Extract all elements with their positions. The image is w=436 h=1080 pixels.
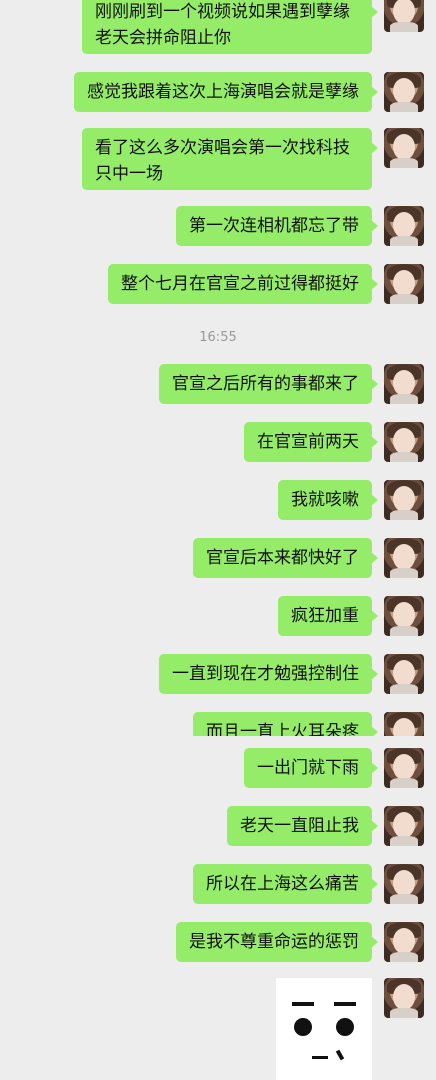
avatar-shirt <box>390 452 418 462</box>
avatar-shirt <box>390 294 418 304</box>
message-bubble[interactable]: 整个七月在官宣之前过得都挺好 <box>108 264 378 304</box>
avatar-shirt <box>390 394 418 404</box>
avatar-shirt <box>390 510 418 520</box>
avatar[interactable] <box>384 0 424 32</box>
avatar[interactable] <box>384 480 424 520</box>
avatar-face <box>393 928 415 954</box>
avatar-face <box>393 428 415 454</box>
avatar[interactable] <box>384 596 424 636</box>
face-sticker[interactable] <box>276 978 372 1080</box>
message-bubble[interactable]: 感觉我跟着这次上海演唱会就是孽缘 <box>74 72 378 112</box>
message-bubble[interactable]: 官宣后本来都快好了 <box>193 538 378 578</box>
avatar-shirt <box>390 952 418 962</box>
sticker-mark <box>335 1049 345 1061</box>
avatar-face <box>393 212 415 238</box>
avatar-face <box>393 134 415 160</box>
message-bubble[interactable]: 一直到现在才勉强控制住 <box>159 654 378 694</box>
message-bubble[interactable]: 官宣之后所有的事都来了 <box>159 364 378 404</box>
message-bubble[interactable]: 是我不尊重命运的惩罚 <box>176 922 378 962</box>
avatar-shirt <box>390 22 418 32</box>
avatar-face <box>393 660 415 686</box>
chat-window: 刚刚刷到一个视频说如果遇到孽缘老天会拼命阻止你 感觉我跟着这次上海演唱会就是孽缘… <box>0 0 436 1080</box>
message-bubble[interactable]: 刚刚刷到一个视频说如果遇到孽缘老天会拼命阻止你 <box>82 0 378 54</box>
avatar-face <box>393 870 415 896</box>
avatar[interactable] <box>384 128 424 168</box>
avatar[interactable] <box>384 72 424 112</box>
message-bubble[interactable]: 在官宣前两天 <box>244 422 378 462</box>
sticker-mouth <box>312 1056 328 1059</box>
avatar[interactable] <box>384 364 424 404</box>
avatar[interactable] <box>384 922 424 962</box>
avatar[interactable] <box>384 864 424 904</box>
avatar-shirt <box>390 778 418 788</box>
avatar-shirt <box>390 836 418 846</box>
avatar[interactable] <box>384 978 424 1018</box>
avatar-shirt <box>390 894 418 904</box>
message-bubble[interactable]: 看了这么多次演唱会第一次找科技只中一场 <box>82 128 378 190</box>
avatar[interactable] <box>384 654 424 694</box>
timestamp: 16:55 <box>199 330 237 345</box>
avatar-shirt <box>390 684 418 694</box>
avatar-shirt <box>390 236 418 246</box>
avatar-shirt <box>390 626 418 636</box>
avatar-shirt <box>390 1008 418 1018</box>
avatar[interactable] <box>384 748 424 788</box>
avatar-shirt <box>390 102 418 112</box>
avatar-shirt <box>390 568 418 578</box>
avatar-face <box>393 370 415 396</box>
avatar-face <box>393 602 415 628</box>
avatar[interactable] <box>384 264 424 304</box>
avatar-face <box>393 486 415 512</box>
avatar[interactable] <box>384 422 424 462</box>
avatar-face <box>393 0 415 24</box>
sticker-right-eye <box>336 1018 354 1036</box>
avatar-face <box>393 984 415 1010</box>
avatar[interactable] <box>384 712 424 736</box>
avatar-shirt <box>390 158 418 168</box>
message-bubble[interactable]: 我就咳嗽 <box>278 480 378 520</box>
message-row: 而且一直上火耳朵疼 <box>0 712 436 736</box>
message-bubble[interactable]: 所以在上海这么痛苦 <box>193 864 378 904</box>
avatar[interactable] <box>384 538 424 578</box>
message-bubble[interactable]: 而且一直上火耳朵疼 <box>193 712 378 736</box>
sticker-right-brow <box>334 1002 356 1006</box>
avatar-face <box>393 544 415 570</box>
avatar-face <box>393 78 415 104</box>
message-bubble[interactable]: 老天一直阻止我 <box>227 806 378 846</box>
avatar[interactable] <box>384 206 424 246</box>
avatar[interactable] <box>384 806 424 846</box>
avatar-face <box>393 812 415 838</box>
avatar-face <box>393 270 415 296</box>
avatar-face <box>393 754 415 780</box>
message-bubble[interactable]: 第一次连相机都忘了带 <box>176 206 378 246</box>
message-bubble[interactable]: 一出门就下雨 <box>244 748 378 788</box>
sticker-left-eye <box>294 1018 312 1036</box>
message-bubble[interactable]: 疯狂加重 <box>278 596 378 636</box>
sticker-left-brow <box>292 1002 314 1006</box>
